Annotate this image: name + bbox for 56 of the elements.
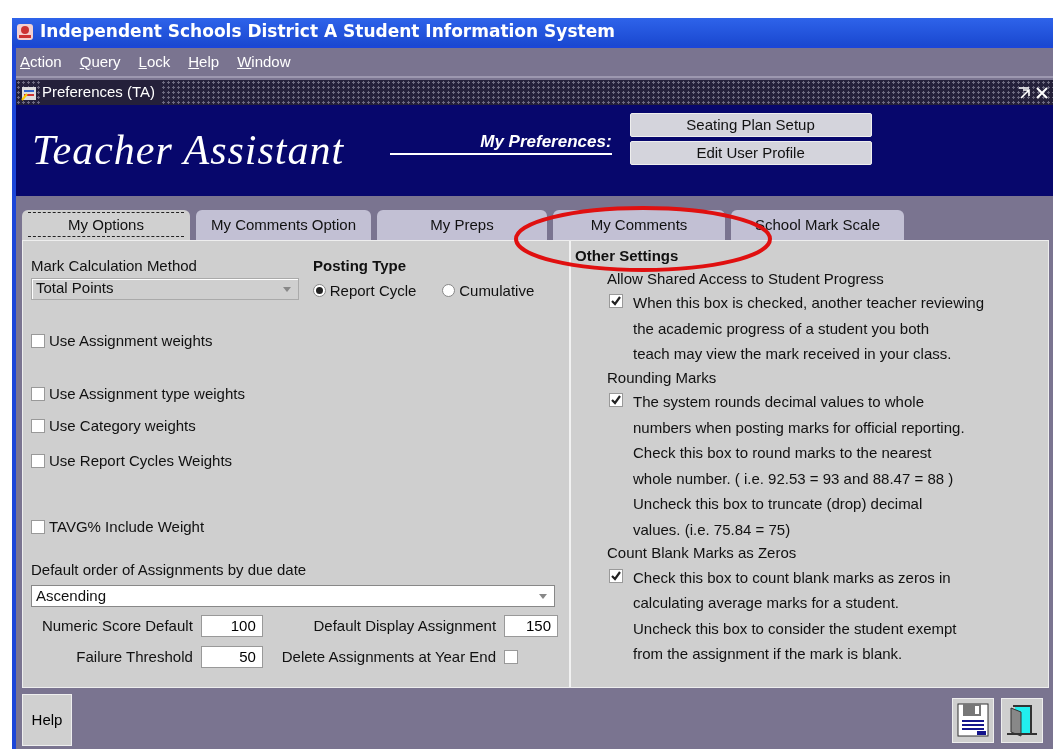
checkbox[interactable] <box>609 568 623 583</box>
door-icon <box>1005 702 1040 738</box>
field-label: Default Display Assignment <box>312 616 497 636</box>
app-title: Teacher Assistant <box>32 126 345 175</box>
checkbox[interactable] <box>609 393 623 407</box>
radio-option[interactable]: Cumulative <box>442 279 535 302</box>
section-heading: Other Settings <box>575 246 680 266</box>
window-title: Independent Schools District A Student Information System <box>40 20 615 44</box>
setting-heading: Rounding Marks <box>607 367 718 388</box>
restore-icon[interactable] <box>1017 85 1031 100</box>
menu-item[interactable]: Lock <box>136 50 173 74</box>
header-button[interactable]: Seating Plan Setup <box>629 113 872 137</box>
checkbox-label: TAVG% Include Weight <box>49 517 205 537</box>
checkbox[interactable] <box>31 334 45 349</box>
field-label: Delete Assignments at Year End <box>280 646 497 667</box>
save-button[interactable] <box>951 697 994 743</box>
preferences-label: My Preferences: <box>390 131 612 155</box>
tab[interactable]: My Comments Option <box>196 210 371 240</box>
menu-item[interactable]: Window <box>235 50 293 74</box>
tab[interactable]: My Options <box>22 210 190 240</box>
checkbox[interactable] <box>31 520 45 535</box>
tab[interactable]: My Comments <box>553 210 725 240</box>
field-label: Mark Calculation Method <box>31 256 198 276</box>
number-field[interactable]: 100 <box>200 615 263 638</box>
section-heading: Posting Type <box>313 256 408 276</box>
checkbox-label: Use Assignment weights <box>49 331 213 351</box>
checkbox-label: Use Report Cycles Weights <box>49 450 233 471</box>
checkbox[interactable] <box>31 419 45 434</box>
setting-heading: Count Blank Marks as Zeros <box>607 543 798 563</box>
close-icon[interactable] <box>1035 85 1049 100</box>
help-button[interactable]: Help <box>22 694 72 746</box>
header-button[interactable]: Edit User Profile <box>629 140 872 165</box>
checkbox[interactable] <box>31 386 45 401</box>
dropdown[interactable]: Ascending <box>31 585 555 607</box>
field-label: Failure Threshold <box>75 646 193 667</box>
exit-button[interactable] <box>1001 697 1044 743</box>
field-label: Default order of Assignments by due date <box>31 559 308 580</box>
menu-item[interactable]: Help <box>186 50 222 74</box>
setting-heading: Allow Shared Access to Student Progress <box>607 268 885 289</box>
setting-description: When this box is checked, another teacher reviewing the academic progress of a student you both teach may view the mark received in your class. <box>633 293 985 364</box>
menu-item[interactable]: Query <box>77 50 123 74</box>
field-label: Numeric Score Default <box>40 616 193 636</box>
checkbox[interactable] <box>609 294 623 308</box>
menu-item[interactable]: Action <box>18 50 64 74</box>
setting-description: The system rounds decimal values to whole numbers when posting marks for official reporting. Check this box to round marks to the nearest whole number. ( i.e. 92.53 = 93 and 88.47 = 88 ) Uncheck this box to truncate (drop) decimal values. (i.e. 75.84 = 75) <box>633 392 965 540</box>
number-field[interactable]: 150 <box>504 615 559 638</box>
checkbox-label: Use Category weights <box>49 416 196 436</box>
checkbox[interactable] <box>31 453 45 468</box>
checkbox-label: Use Assignment type weights <box>49 383 245 404</box>
app-icon <box>16 23 34 41</box>
radio-option[interactable]: Report Cycle <box>313 279 417 302</box>
tab[interactable]: My Preps <box>377 210 547 240</box>
number-field[interactable]: 50 <box>200 645 263 668</box>
checkbox[interactable] <box>504 649 519 664</box>
subwindow-title: Preferences (TA) <box>42 81 162 104</box>
setting-description: Check this box to count blank marks as zeros in calculating average marks for a student. Uncheck this box to consider the student exempt from the assignment if the mark is blank. <box>633 567 957 664</box>
